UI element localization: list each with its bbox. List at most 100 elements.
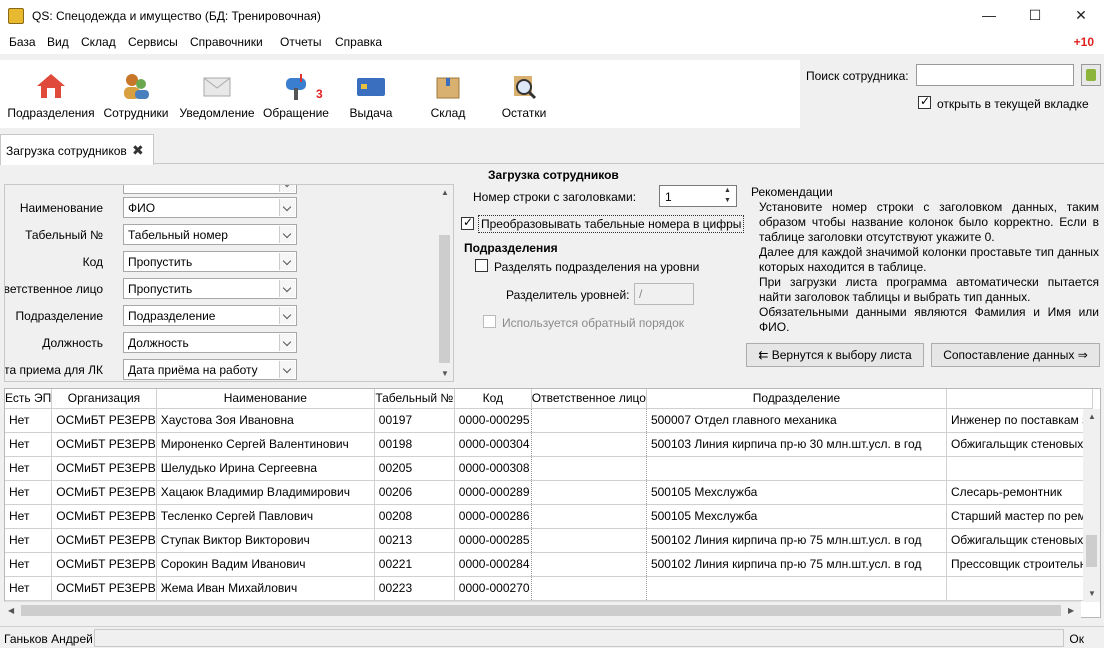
mapping-combo-name[interactable]: ФИО xyxy=(123,197,297,218)
scroll-left-icon[interactable]: ◀ xyxy=(8,606,14,615)
chevron-down-icon[interactable] xyxy=(279,307,295,324)
table-cell[interactable]: Обжигальщик стеновых xyxy=(946,528,1094,553)
column-header[interactable]: Есть ЭП xyxy=(5,389,53,409)
table-cell[interactable] xyxy=(531,456,647,481)
table-cell[interactable]: 0000-000304 xyxy=(454,432,532,457)
table-cell[interactable] xyxy=(646,576,947,601)
scrollbar-thumb[interactable] xyxy=(21,605,1061,616)
scroll-up-icon[interactable]: ▲ xyxy=(441,188,449,197)
chevron-down-icon[interactable] xyxy=(279,199,295,216)
column-header[interactable]: Наименование xyxy=(156,389,375,409)
table-cell[interactable]: 00221 xyxy=(374,552,455,577)
mapping-combo-hidden[interactable] xyxy=(123,185,297,194)
mapping-panel-scrollbar[interactable]: ▲ ▼ xyxy=(436,185,453,381)
table-cell[interactable]: ОСМиБТ РЕЗЕРВ xyxy=(51,528,157,553)
table-cell[interactable] xyxy=(531,528,647,553)
data-matching-button[interactable]: Сопоставление данных ⇒ xyxy=(931,343,1100,367)
column-header[interactable]: Табельный № xyxy=(374,389,455,409)
table-cell[interactable]: 0000-000308 xyxy=(454,456,532,481)
grid-vertical-scrollbar[interactable]: ▲ ▼ xyxy=(1083,409,1100,602)
chevron-down-icon[interactable] xyxy=(279,253,295,270)
table-cell[interactable] xyxy=(946,576,1094,601)
table-cell[interactable]: 00206 xyxy=(374,480,455,505)
table-cell[interactable]: Сорокин Вадим Иванович xyxy=(156,552,375,577)
toolbar-button-notification[interactable]: Уведомление xyxy=(178,60,256,128)
menu-item-references[interactable]: Справочники xyxy=(190,35,263,49)
menu-item-reports[interactable]: Отчеты xyxy=(280,35,321,49)
table-row[interactable]: Нет ОСМиБТ РЕЗЕРВ Хаустова Зоя Ивановна 001… xyxy=(5,408,1094,433)
reverse-order-checkbox[interactable] xyxy=(483,315,496,328)
table-cell[interactable] xyxy=(531,552,647,577)
table-row[interactable]: Нет ОСМиБТ РЕЗЕРВ Жема Иван Михайлович 0022… xyxy=(5,576,1094,601)
table-cell[interactable]: 00205 xyxy=(374,456,455,481)
menu-item-services[interactable]: Сервисы xyxy=(128,35,178,49)
table-cell[interactable]: Старший мастер по ремо xyxy=(946,504,1094,529)
chevron-down-icon[interactable] xyxy=(279,226,295,243)
table-cell[interactable]: 500103 Линия кирпича пр-ю 30 млн.шт.усл.… xyxy=(646,432,947,457)
chevron-down-icon[interactable] xyxy=(279,334,295,351)
scroll-right-icon[interactable]: ▶ xyxy=(1068,606,1074,615)
menu-item-help[interactable]: Справка xyxy=(335,35,382,49)
menu-item-warehouse[interactable]: Склад xyxy=(81,35,116,49)
scrollbar-thumb[interactable] xyxy=(1086,535,1097,567)
table-row[interactable]: Нет ОСМиБТ РЕЗЕРВ Мироненко Сергей Валенти… xyxy=(5,432,1094,457)
mapping-combo-hire-date[interactable]: Дата приёма на работу xyxy=(123,359,297,380)
table-cell[interactable] xyxy=(531,504,647,529)
minimize-button[interactable]: — xyxy=(966,0,1012,32)
table-cell[interactable]: 00213 xyxy=(374,528,455,553)
table-cell[interactable]: Слесарь-ремонтник xyxy=(946,480,1094,505)
table-cell[interactable]: 00198 xyxy=(374,432,455,457)
mapping-combo-tab-number[interactable]: Табельный номер xyxy=(123,224,297,245)
table-cell[interactable]: Нет xyxy=(5,480,53,505)
spin-up-icon[interactable]: ▲ xyxy=(724,187,734,195)
menu-item-view[interactable]: Вид xyxy=(47,35,69,49)
table-cell[interactable]: 0000-000295 xyxy=(454,408,532,433)
mapping-combo-responsible[interactable]: Пропустить xyxy=(123,278,297,299)
table-cell[interactable]: Хаустова Зоя Ивановна xyxy=(156,408,375,433)
table-row[interactable]: Нет ОСМиБТ РЕЗЕРВ Тесленко Сергей Павлович… xyxy=(5,504,1094,529)
toolbar-button-issue[interactable]: Выдача xyxy=(338,60,404,128)
toolbar-button-warehouse[interactable]: Склад xyxy=(418,60,478,128)
table-cell[interactable]: 0000-000285 xyxy=(454,528,532,553)
table-cell[interactable]: ОСМиБТ РЕЗЕРВ xyxy=(51,504,157,529)
close-tab-icon[interactable]: ✖ xyxy=(132,142,144,159)
table-cell[interactable]: 500007 Отдел главного механика xyxy=(646,408,947,433)
maximize-button[interactable]: ☐ xyxy=(1012,0,1058,32)
back-to-sheet-button[interactable]: ⇇ Вернутся к выбору листа xyxy=(746,343,924,367)
table-cell[interactable]: Шелудько Ирина Сергеевна xyxy=(156,456,375,481)
table-cell[interactable]: 0000-000289 xyxy=(454,480,532,505)
close-window-button[interactable]: ✕ xyxy=(1058,0,1104,32)
table-cell[interactable]: ОСМиБТ РЕЗЕРВ xyxy=(51,480,157,505)
employee-search-input[interactable] xyxy=(916,64,1074,86)
table-cell[interactable]: 0000-000270 xyxy=(454,576,532,601)
column-header[interactable]: Организация xyxy=(51,389,157,409)
mapping-combo-position[interactable]: Должность xyxy=(123,332,297,353)
chevron-down-icon[interactable] xyxy=(279,280,295,297)
column-header[interactable]: Код xyxy=(454,389,532,409)
table-cell[interactable]: 00223 xyxy=(374,576,455,601)
table-row[interactable]: Нет ОСМиБТ РЕЗЕРВ Шелудько Ирина Сергеевна… xyxy=(5,456,1094,481)
convert-tab-numbers-checkbox[interactable] xyxy=(461,215,474,230)
table-cell[interactable]: Тесленко Сергей Павлович xyxy=(156,504,375,529)
table-cell[interactable]: Нет xyxy=(5,432,53,457)
mapping-combo-department[interactable]: Подразделение xyxy=(123,305,297,326)
chevron-down-icon[interactable] xyxy=(279,361,295,378)
table-cell[interactable]: Обжигальщик стеновых xyxy=(946,432,1094,457)
header-row-spinner[interactable]: 1 ▲ ▼ xyxy=(659,185,737,207)
table-cell[interactable]: 500102 Линия кирпича пр-ю 75 млн.шт.усл.… xyxy=(646,528,947,553)
tab-employee-load[interactable]: Загрузка сотрудников ✖ xyxy=(0,134,154,165)
table-cell[interactable]: ОСМиБТ РЕЗЕРВ xyxy=(51,456,157,481)
table-cell[interactable] xyxy=(946,456,1094,481)
table-cell[interactable]: 500105 Мехслужба xyxy=(646,504,947,529)
table-cell[interactable] xyxy=(531,480,647,505)
table-cell[interactable]: Нет xyxy=(5,408,53,433)
table-cell[interactable]: Жема Иван Михайлович xyxy=(156,576,375,601)
scroll-down-icon[interactable]: ▼ xyxy=(441,369,449,378)
table-cell[interactable]: 00208 xyxy=(374,504,455,529)
toolbar-button-stock[interactable]: Остатки xyxy=(494,60,554,128)
level-separator-input[interactable]: / xyxy=(634,283,694,305)
table-cell[interactable] xyxy=(531,408,647,433)
column-header[interactable] xyxy=(946,389,1094,409)
table-cell[interactable]: 500105 Мехслужба xyxy=(646,480,947,505)
table-cell[interactable]: Мироненко Сергей Валентинович xyxy=(156,432,375,457)
